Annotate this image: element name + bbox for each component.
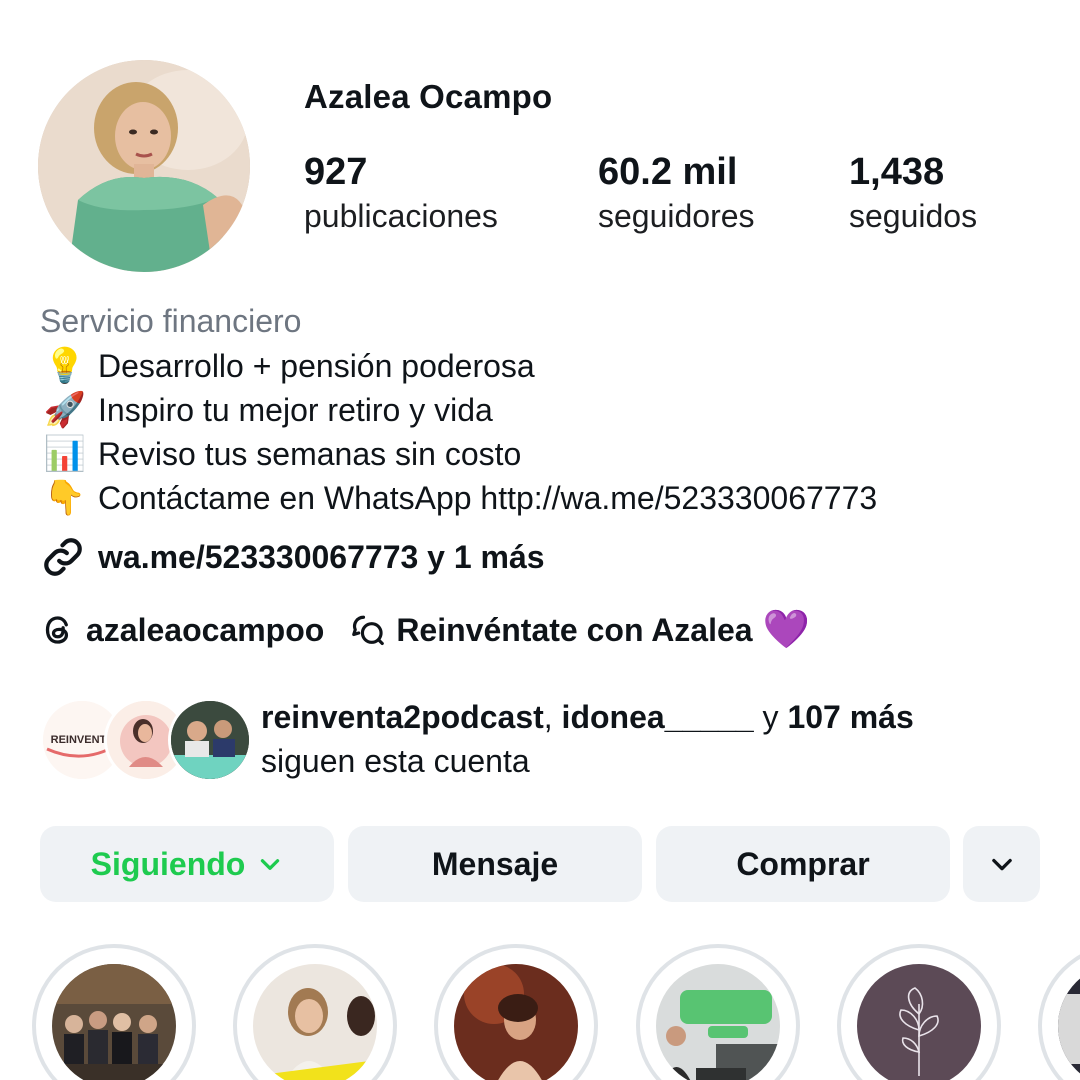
profile-link-text: wa.me/523330067773 y 1 más bbox=[98, 538, 545, 575]
highlight-cover bbox=[1058, 964, 1080, 1080]
mutual-conjunction: y bbox=[753, 699, 788, 735]
posts-stat[interactable]: 927 publicaciones bbox=[304, 150, 498, 238]
avatar bbox=[168, 698, 252, 782]
profile-page: Azalea Ocampo 927 publicaciones 60.2 mil… bbox=[0, 0, 1080, 1080]
mutual-more-count: 107 más bbox=[787, 699, 914, 735]
mutual-followers-line2: siguen esta cuenta bbox=[261, 743, 530, 779]
story-highlight[interactable] bbox=[1042, 948, 1080, 1080]
story-highlight[interactable] bbox=[640, 948, 796, 1080]
link-icon bbox=[44, 538, 82, 576]
following-button-label: Siguiendo bbox=[90, 845, 246, 882]
highlight-cover bbox=[52, 964, 176, 1080]
threads-handle[interactable]: azaleaocampoo bbox=[86, 612, 324, 649]
suggested-accounts-button[interactable] bbox=[963, 826, 1040, 902]
profile-avatar[interactable] bbox=[38, 60, 250, 272]
bio-text: Reviso tus semanas sin costo bbox=[98, 436, 522, 472]
mutual-followers-line1: reinventa2podcast, idonea_____ y 107 más bbox=[261, 695, 914, 739]
story-highlight[interactable] bbox=[36, 948, 192, 1080]
bio-line: 📊 Reviso tus semanas sin costo bbox=[40, 434, 521, 474]
following-count: 1,438 bbox=[849, 151, 945, 193]
broadcast-channel-icon[interactable] bbox=[350, 612, 386, 648]
posts-count: 927 bbox=[304, 151, 368, 193]
mutual-account-1: reinventa2podcast bbox=[261, 699, 544, 735]
following-label: seguidos bbox=[849, 198, 978, 234]
bio-line: 💡 Desarrollo + pensión poderosa bbox=[40, 346, 535, 386]
channel-name[interactable]: Reinvéntate con Azalea bbox=[396, 612, 752, 649]
shop-button[interactable]: Comprar bbox=[656, 826, 950, 902]
lightbulb-icon: 💡 bbox=[43, 347, 87, 385]
profile-category: Servicio financiero bbox=[40, 303, 302, 339]
story-highlight[interactable] bbox=[237, 948, 393, 1080]
mutual-separator: , bbox=[543, 699, 562, 735]
mutual-account-2: idonea_____ bbox=[561, 699, 754, 735]
mutual-followers-text[interactable]: reinventa2podcast, idonea_____ y 107 más… bbox=[261, 695, 914, 783]
mutual-followers-avatars[interactable]: REINVENTA bbox=[40, 698, 252, 782]
followers-stat[interactable]: 60.2 mil seguidores bbox=[598, 150, 755, 238]
followers-label: seguidores bbox=[598, 198, 755, 234]
purple-heart-icon: 💜 bbox=[762, 609, 810, 651]
highlight-cover bbox=[454, 964, 578, 1080]
bio-text: Inspiro tu mejor retiro y vida bbox=[98, 392, 493, 428]
story-highlight[interactable] bbox=[841, 948, 997, 1080]
chevron-down-icon bbox=[991, 858, 1012, 871]
highlight-cover bbox=[857, 964, 981, 1080]
bio-text[interactable]: Contáctame en WhatsApp http://wa.me/5233… bbox=[98, 478, 877, 518]
message-button[interactable]: Mensaje bbox=[348, 826, 642, 902]
threads-icon[interactable] bbox=[40, 612, 76, 648]
chevron-down-icon bbox=[261, 859, 280, 870]
bar-chart-icon: 📊 bbox=[43, 435, 87, 473]
rocket-icon: 🚀 bbox=[43, 391, 87, 429]
social-row: azaleaocampoo Reinvéntate con Azalea 💜 bbox=[40, 608, 810, 652]
bio-line: 🚀 Inspiro tu mejor retiro y vida bbox=[40, 390, 493, 430]
following-button[interactable]: Siguiendo bbox=[40, 826, 334, 902]
pointing-down-icon: 👇 bbox=[43, 479, 87, 517]
bio-line: 👇 Contáctame en WhatsApp http://wa.me/52… bbox=[40, 478, 877, 518]
profile-link[interactable]: wa.me/523330067773 y 1 más bbox=[40, 534, 545, 580]
bio-text: Desarrollo + pensión poderosa bbox=[98, 348, 535, 384]
posts-label: publicaciones bbox=[304, 198, 498, 234]
followers-count: 60.2 mil bbox=[598, 151, 738, 193]
profile-username: Azalea Ocampo bbox=[304, 78, 553, 115]
highlight-cover bbox=[656, 964, 780, 1080]
shop-button-label: Comprar bbox=[736, 845, 870, 882]
highlight-cover bbox=[253, 964, 377, 1080]
message-button-label: Mensaje bbox=[431, 845, 559, 882]
following-stat[interactable]: 1,438 seguidos bbox=[849, 150, 977, 238]
story-highlight[interactable] bbox=[438, 948, 594, 1080]
